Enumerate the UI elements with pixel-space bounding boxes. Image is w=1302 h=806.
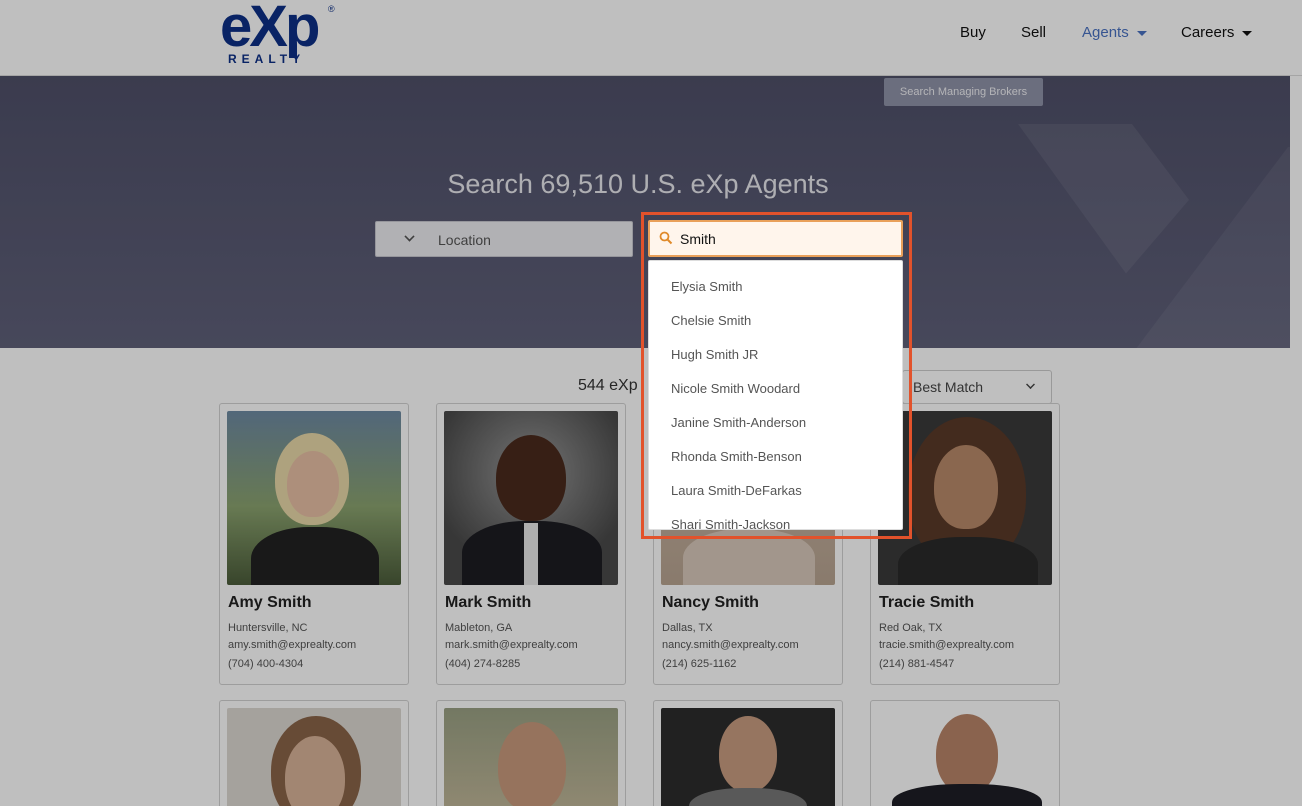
suggestion-item[interactable]: Rhonda Smith-Benson xyxy=(671,449,802,464)
suggestion-item[interactable]: Elysia Smith xyxy=(671,279,743,294)
suggestion-item[interactable]: Nicole Smith Woodard xyxy=(671,381,800,396)
suggestion-item[interactable]: Shari Smith-Jackson xyxy=(671,517,790,529)
suggestion-item[interactable]: Laura Smith-DeFarkas xyxy=(671,483,802,498)
agent-name-search[interactable] xyxy=(648,220,903,257)
suggestion-item[interactable]: Chelsie Smith xyxy=(671,313,751,328)
search-suggestions: Elysia Smith Chelsie Smith Hugh Smith JR… xyxy=(648,260,903,530)
suggestion-item[interactable]: Hugh Smith JR xyxy=(671,347,758,362)
search-input[interactable] xyxy=(680,229,890,249)
search-icon xyxy=(659,231,673,245)
suggestion-item[interactable]: Janine Smith-Anderson xyxy=(671,415,806,430)
